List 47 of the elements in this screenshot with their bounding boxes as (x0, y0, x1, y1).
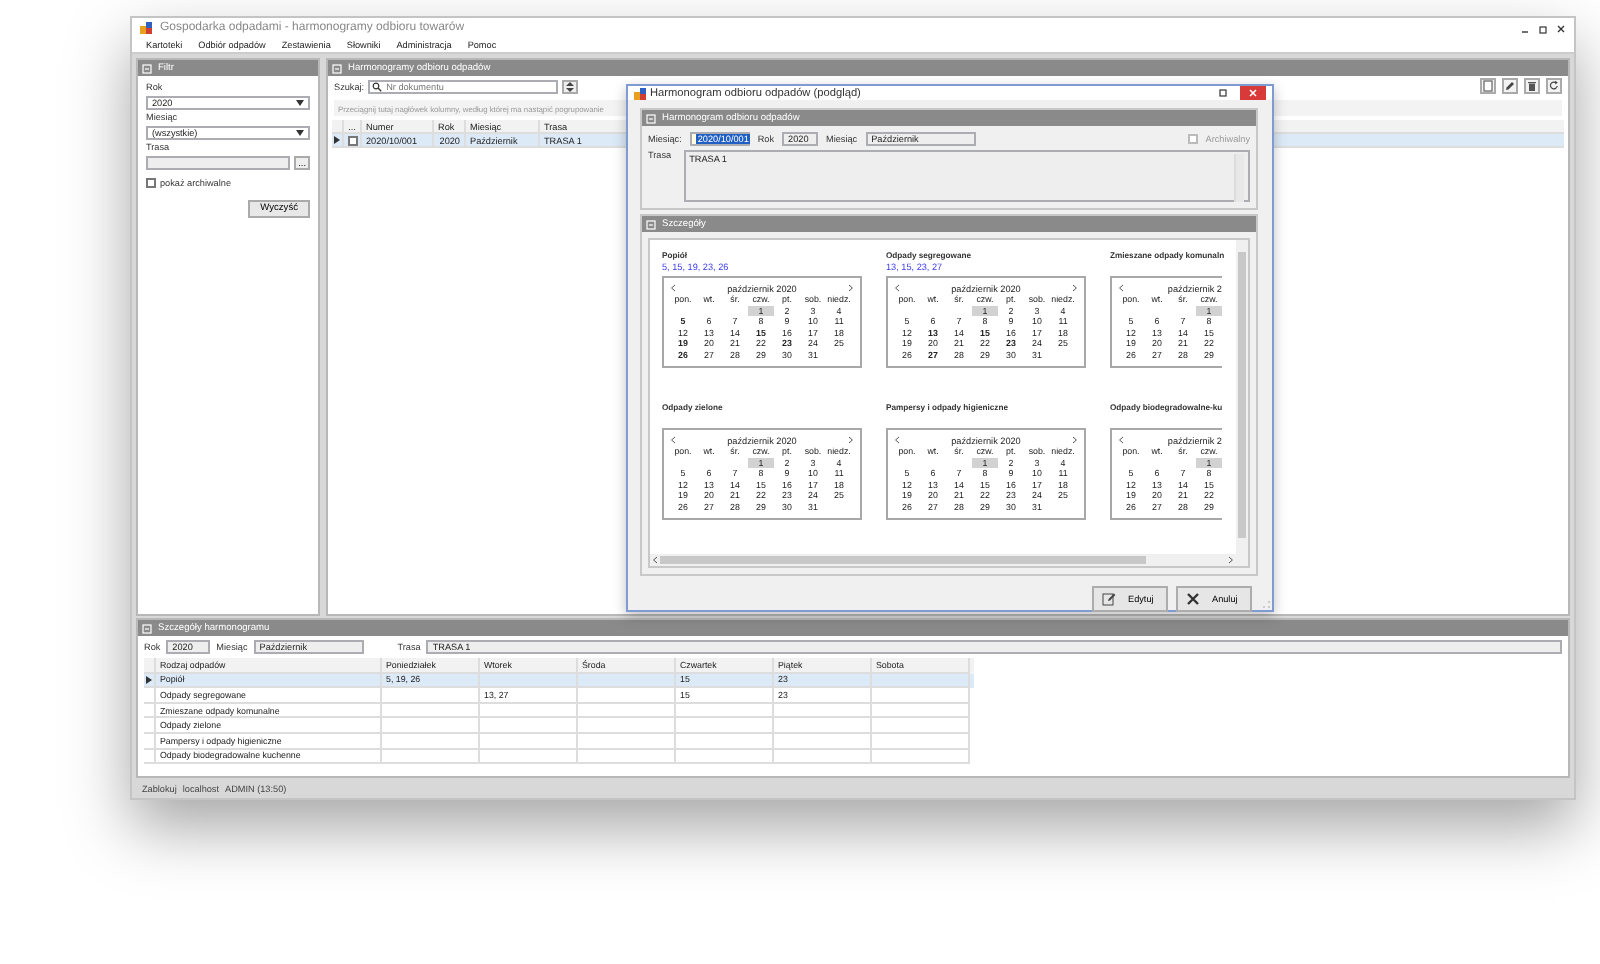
dropdown-arrow-icon[interactable] (296, 99, 304, 105)
collapse-icon[interactable] (646, 219, 656, 229)
refresh-icon (1548, 80, 1560, 92)
maximize-icon[interactable] (1218, 88, 1228, 98)
options-button[interactable] (562, 79, 579, 93)
new-document-icon (1482, 80, 1494, 92)
vertical-scrollbar[interactable] (1234, 154, 1244, 202)
vertical-scrollbar[interactable] (1236, 240, 1248, 566)
close-button[interactable] (1240, 86, 1266, 100)
scroll-left-icon (652, 556, 658, 564)
toolbar-button[interactable] (1546, 78, 1562, 94)
collapse-icon[interactable] (142, 623, 152, 633)
previous-month-icon[interactable] (894, 284, 900, 292)
app-icon (140, 22, 152, 34)
trash-icon (1526, 80, 1538, 92)
next-month-icon[interactable] (1071, 436, 1078, 444)
current-row-icon (146, 675, 152, 684)
x-icon (1186, 592, 1200, 606)
horizontal-scrollbar[interactable] (650, 554, 1236, 566)
route-field[interactable] (146, 155, 291, 169)
restore-icon[interactable] (1538, 23, 1548, 33)
collapse-icon[interactable] (332, 63, 342, 73)
search-icon (372, 81, 383, 91)
arrows-icon (566, 81, 575, 91)
checkbox[interactable] (146, 178, 156, 188)
close-icon[interactable] (1556, 23, 1566, 33)
pencil-icon (1504, 80, 1516, 92)
previous-month-icon[interactable] (1118, 436, 1124, 444)
app-icon (634, 87, 646, 99)
next-month-icon[interactable] (847, 284, 854, 292)
next-month-icon[interactable] (1071, 284, 1078, 292)
previous-month-icon[interactable] (670, 284, 676, 292)
previous-month-icon[interactable] (670, 436, 676, 444)
toolbar-button[interactable] (1524, 78, 1540, 94)
scroll-right-icon (1228, 556, 1234, 564)
toolbar-button[interactable] (1502, 78, 1518, 94)
close-icon (1248, 88, 1258, 98)
pencil-icon (1102, 592, 1116, 606)
dropdown-arrow-icon[interactable] (296, 129, 304, 135)
checkbox[interactable] (347, 135, 357, 145)
collapse-icon[interactable] (142, 63, 152, 73)
next-month-icon[interactable] (847, 436, 854, 444)
previous-month-icon[interactable] (1118, 284, 1124, 292)
previous-month-icon[interactable] (894, 436, 900, 444)
current-row-icon (334, 136, 340, 144)
checkbox[interactable] (1187, 134, 1198, 144)
collapse-icon[interactable] (646, 113, 656, 123)
